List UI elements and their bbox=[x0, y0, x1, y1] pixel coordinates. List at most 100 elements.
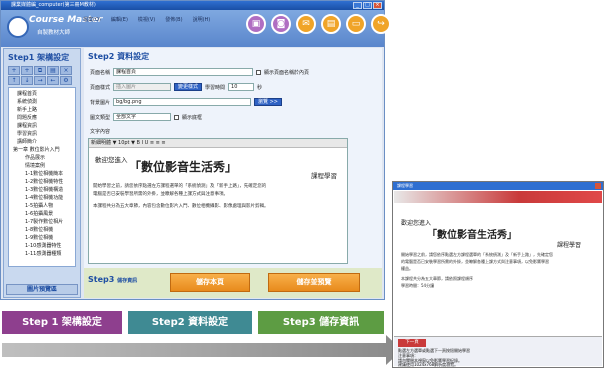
editor-paragraph: 電腦是否已安裝學習所需的外掛，並瞭解各種上課方式與注意事項。 bbox=[93, 192, 228, 197]
mail-icon[interactable]: ✉ bbox=[296, 14, 316, 34]
exit-icon[interactable]: ↪ bbox=[371, 14, 391, 34]
tree-item[interactable]: 課程資訊 bbox=[11, 122, 73, 130]
tree-item[interactable]: 1-7製作數位相片 bbox=[11, 218, 73, 226]
tree-item[interactable]: 1-4數位相機功能 bbox=[11, 194, 73, 202]
tree-item[interactable]: 學習資訊 bbox=[11, 130, 73, 138]
tree-item[interactable]: 第一章 數位影片入門 bbox=[11, 146, 73, 154]
tree-item[interactable]: 1-3數位相機構造 bbox=[11, 186, 73, 194]
camera-icon[interactable]: ◙ bbox=[271, 14, 291, 34]
menu-view[interactable]: 檢視(V) bbox=[138, 16, 155, 23]
page-name-label: 頁面名稱 bbox=[90, 69, 111, 76]
tree-item[interactable]: 1-8數位相機 bbox=[11, 226, 73, 234]
browse-button[interactable]: 瀏覽 >> bbox=[254, 98, 282, 106]
preview-bottom-text: 建議使用1024x768解析度瀏覽。 bbox=[398, 362, 459, 367]
structure-toolbar: + + ⧉ ▤ × ↑ ↓ → ← ⚙ bbox=[4, 66, 80, 85]
structure-panel: Step1 架構設定 + + ⧉ ▤ × ↑ ↓ → ← ⚙ 課程首頁 系統偵測新… bbox=[3, 48, 81, 298]
archive-icon[interactable]: ▤ bbox=[321, 14, 341, 34]
tree-item[interactable]: 作品展示 bbox=[11, 154, 73, 162]
tree-item[interactable]: 1-9數位相機 bbox=[11, 234, 73, 242]
preview-big-title: 「數位影音生活秀」 bbox=[427, 230, 517, 241]
preview-close-button[interactable] bbox=[595, 183, 601, 189]
app-window: 課業媒體編_computer(第三冊M教材) _ □ × Course Mast… bbox=[0, 0, 391, 300]
logo-subtitle: 自製教材大師 bbox=[37, 30, 71, 36]
settings-icon[interactable]: ⚙ bbox=[60, 76, 72, 85]
preview-paragraph: 本課程共分為五大章節，請依照課程順序 bbox=[401, 276, 473, 281]
delete-icon[interactable]: × bbox=[60, 66, 72, 75]
tree-item[interactable]: 講師簡介 bbox=[11, 138, 73, 146]
tree-item[interactable]: 1-6拍攝風景 bbox=[11, 210, 73, 218]
menu-help[interactable]: 說明(H) bbox=[193, 16, 211, 23]
add-child-icon[interactable]: + bbox=[21, 66, 33, 75]
copy-icon[interactable]: ⧉ bbox=[34, 66, 46, 75]
menu-file[interactable]: 檔案(O) bbox=[83, 16, 101, 23]
preview-next-button[interactable]: 下一頁 bbox=[398, 339, 426, 347]
preview-title: 課程學習 bbox=[397, 183, 413, 188]
page-style-label: 頁面樣式 bbox=[90, 84, 111, 91]
structure-tree: 課程首頁 系統偵測 新手上路 問題反應 課程資訊 學習資訊 講師簡介 第一章 數位影片入門 作品… bbox=[8, 87, 76, 267]
image-preview-button[interactable]: 圖片預覽區 bbox=[6, 284, 78, 295]
step2-title: Step2 資料設定 bbox=[88, 52, 150, 61]
preview-window: 課程學習 歡迎您進入 「數位影音生活秀」 課程學習 開始學習之前，請您依序點選左… bbox=[392, 181, 604, 368]
bg-image-input[interactable]: bg/bg.png bbox=[113, 98, 252, 106]
step1-title: Step1 架構設定 bbox=[8, 53, 70, 62]
save-preview-button[interactable]: 儲存並預覽 bbox=[268, 273, 360, 292]
tree-item[interactable]: 1-10感測器特性 bbox=[11, 242, 73, 250]
toolbar: ▣ ◙ ✉ ▤ ▭ ↪ bbox=[246, 14, 391, 34]
minimize-button[interactable]: _ bbox=[353, 2, 362, 9]
maximize-button[interactable]: □ bbox=[363, 2, 372, 9]
paste-icon[interactable]: ▤ bbox=[47, 66, 59, 75]
step2-label: Step2 資料設定 bbox=[128, 311, 252, 334]
editor-course: 課程學習 bbox=[311, 172, 337, 180]
menu-bar: 檔案(O) 編輯(E) 檢視(V) 發佈(B) 說明(H) bbox=[83, 16, 210, 23]
tree-item[interactable]: 課程首頁 bbox=[11, 90, 73, 98]
title-bar: 課業媒體編_computer(第三冊M教材) _ □ × bbox=[1, 1, 384, 10]
content-label: 文字內容 bbox=[90, 129, 111, 135]
study-time-input[interactable]: 10 bbox=[228, 83, 255, 91]
editor-toolbar[interactable]: 新細明體 ▼ 10pt ▼ B I U ≡ ≡ ≡ bbox=[89, 139, 347, 148]
menu-edit[interactable]: 編輯(E) bbox=[111, 16, 128, 23]
study-time-label: 學習時間 bbox=[205, 84, 226, 91]
bg-image-label: 背景圖片 bbox=[90, 99, 111, 106]
folder-icon[interactable]: ▭ bbox=[346, 14, 366, 34]
tree-item[interactable]: 情境案例 bbox=[11, 162, 73, 170]
preview-paragraph: 的電腦是否已安裝學習所需的外掛，並瞭解各種上課方式與注意事項，以免影響學習 bbox=[401, 259, 549, 264]
show-in-menu-checkbox[interactable] bbox=[256, 69, 262, 75]
window-title: 課業媒體編_computer(第三冊M教材) bbox=[11, 2, 96, 8]
step1-label: Step 1 架構設定 bbox=[2, 311, 122, 334]
tree-item[interactable]: 1-2數位相機特性 bbox=[11, 178, 73, 186]
preview-bottom-area: 下一頁 點選左方選單或點選下一頁按鈕開始學習 注意事項： 請勿關閉本視窗以免影響… bbox=[394, 336, 602, 367]
logo-disc-icon bbox=[7, 16, 29, 38]
outdent-icon[interactable]: ← bbox=[47, 76, 59, 85]
image-icon[interactable]: ▣ bbox=[246, 14, 266, 34]
app-logo: Course Master 自製教材大師 bbox=[7, 13, 102, 43]
show-bottom-checkbox[interactable] bbox=[174, 114, 180, 120]
page-name-input[interactable]: 課程首頁 bbox=[113, 68, 254, 76]
menu-publish[interactable]: 發佈(B) bbox=[165, 16, 182, 23]
text-type-label: 圖文類型 bbox=[90, 114, 111, 121]
editor-big-title: 「數位影音生活秀」 bbox=[129, 160, 238, 174]
page-style-input: 插入圖片 bbox=[113, 83, 172, 91]
up-icon[interactable]: ↑ bbox=[8, 76, 20, 85]
indent-icon[interactable]: → bbox=[34, 76, 46, 85]
preview-banner bbox=[394, 191, 602, 203]
close-button[interactable]: × bbox=[373, 2, 382, 9]
preview-title-bar: 課程學習 bbox=[393, 182, 603, 190]
editor-paragraph: 開始學習之前，請您依序點選左方課程選單的「系統偵測」及「新手上路」，先確定您的 bbox=[93, 184, 267, 189]
tree-item[interactable]: 1-5拍攝人物 bbox=[11, 202, 73, 210]
down-icon[interactable]: ↓ bbox=[21, 76, 33, 85]
change-style-button[interactable]: 變更樣式 bbox=[174, 83, 203, 91]
tree-item[interactable]: 新手上路 bbox=[11, 106, 73, 114]
app-header: Course Master 自製教材大師 檔案(O) 編輯(E) 檢視(V) 發… bbox=[1, 10, 391, 47]
tree-item[interactable]: 問題反應 bbox=[11, 114, 73, 122]
rich-text-editor[interactable]: 新細明體 ▼ 10pt ▼ B I U ≡ ≡ ≡ 歡迎您進入 「數位影音生活秀… bbox=[88, 138, 348, 264]
data-panel: Step2 資料設定 頁面名稱 課程首頁 顯示頁面名稱於內頁 頁面樣式 插入圖片… bbox=[84, 48, 382, 298]
editor-body[interactable]: 歡迎您進入 「數位影音生活秀」 課程學習 開始學習之前，請您依序點選左方課程選單… bbox=[89, 148, 347, 263]
tree-item[interactable]: 1-11感測器種類 bbox=[11, 250, 73, 258]
tree-item[interactable]: 系統偵測 bbox=[11, 98, 73, 106]
tree-item[interactable]: 1-1數位相機簡本 bbox=[11, 170, 73, 178]
add-icon[interactable]: + bbox=[8, 66, 20, 75]
show-bottom-label: 顯示底框 bbox=[182, 114, 203, 121]
editor-welcome: 歡迎您進入 bbox=[95, 156, 128, 164]
text-type-select[interactable]: 全部文字 bbox=[113, 113, 172, 121]
save-page-button[interactable]: 儲存本頁 bbox=[170, 273, 250, 292]
